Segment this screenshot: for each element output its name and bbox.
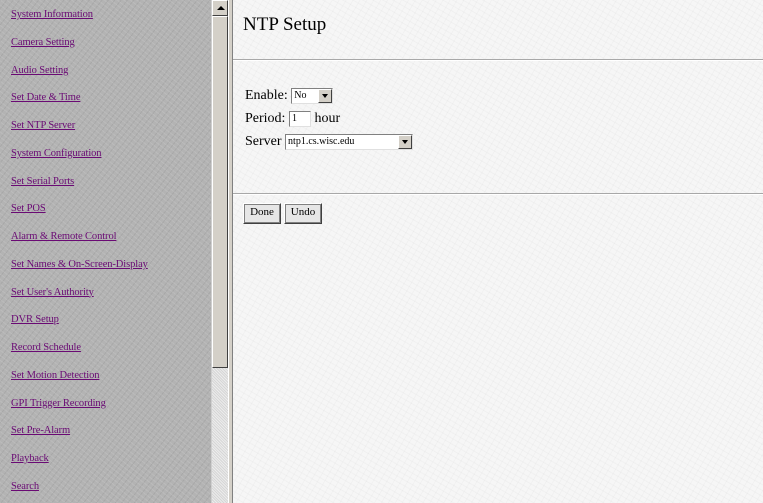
dropdown-arrow-icon[interactable] bbox=[318, 89, 333, 103]
server-row: Server ntp1.cs.wisc.edu bbox=[245, 134, 414, 150]
link-gpi-trigger-recording[interactable]: GPI Trigger Recording bbox=[11, 398, 106, 409]
link-set-pos[interactable]: Set POS bbox=[11, 203, 46, 214]
enable-select[interactable]: No bbox=[291, 88, 334, 104]
undo-button[interactable]: Undo bbox=[284, 203, 322, 224]
sidebar-item-record-schedule: Record Schedule bbox=[0, 333, 211, 361]
link-record-schedule[interactable]: Record Schedule bbox=[11, 342, 81, 353]
server-select-value: ntp1.cs.wisc.edu bbox=[288, 136, 355, 147]
sidebar-item-set-pos: Set POS bbox=[0, 194, 211, 222]
link-audio-setting[interactable]: Audio Setting bbox=[11, 65, 68, 76]
period-row: Period: 1 hour bbox=[245, 111, 340, 127]
sidebar-item-set-motion-detection: Set Motion Detection bbox=[0, 361, 211, 389]
link-set-motion-detection[interactable]: Set Motion Detection bbox=[11, 370, 100, 381]
period-label: Period: bbox=[245, 111, 286, 127]
server-select[interactable]: ntp1.cs.wisc.edu bbox=[285, 134, 414, 150]
link-dvr-setup[interactable]: DVR Setup bbox=[11, 314, 59, 325]
link-set-serial-ports[interactable]: Set Serial Ports bbox=[11, 176, 74, 187]
page-title: NTP Setup bbox=[243, 14, 327, 35]
divider-bottom bbox=[233, 193, 763, 195]
server-label: Server bbox=[245, 134, 282, 150]
link-set-users-authority[interactable]: Set User's Authority bbox=[11, 287, 94, 298]
sidebar-scrollbar[interactable] bbox=[211, 0, 228, 503]
link-camera-setting[interactable]: Camera Setting bbox=[11, 37, 75, 48]
done-button[interactable]: Done bbox=[243, 203, 281, 224]
link-set-ntp-server[interactable]: Set NTP Server bbox=[11, 120, 75, 131]
enable-label: Enable: bbox=[245, 88, 288, 104]
sidebar-item-alarm-remote-control: Alarm & Remote Control bbox=[0, 222, 211, 250]
sidebar-menu: System Information Camera Setting Audio … bbox=[0, 0, 211, 500]
link-set-names-osd[interactable]: Set Names & On-Screen-Display bbox=[11, 259, 148, 270]
divider-top bbox=[233, 59, 763, 61]
scroll-up-arrow-icon[interactable] bbox=[212, 0, 228, 16]
sidebar-item-set-date-time: Set Date & Time bbox=[0, 83, 211, 111]
sidebar-item-playback: Playback bbox=[0, 444, 211, 472]
sidebar-item-set-ntp-server: Set NTP Server bbox=[0, 111, 211, 139]
enable-row: Enable: No bbox=[245, 88, 334, 104]
sidebar-item-set-users-authority: Set User's Authority bbox=[0, 278, 211, 306]
link-system-configuration[interactable]: System Configuration bbox=[11, 148, 102, 159]
link-set-date-time[interactable]: Set Date & Time bbox=[11, 92, 80, 103]
sidebar-item-set-pre-alarm: Set Pre-Alarm bbox=[0, 416, 211, 444]
main-content: NTP Setup Enable: No Period: 1 hour Serv… bbox=[233, 0, 763, 503]
sidebar-item-camera-setting: Camera Setting bbox=[0, 28, 211, 56]
link-playback[interactable]: Playback bbox=[11, 453, 49, 464]
link-search[interactable]: Search bbox=[11, 481, 39, 492]
dropdown-arrow-icon[interactable] bbox=[398, 135, 413, 149]
link-system-information[interactable]: System Information bbox=[11, 9, 93, 20]
sidebar-item-system-information: System Information bbox=[0, 0, 211, 28]
sidebar-item-system-configuration: System Configuration bbox=[0, 139, 211, 167]
sidebar-item-set-serial-ports: Set Serial Ports bbox=[0, 167, 211, 195]
sidebar-item-set-names-osd: Set Names & On-Screen-Display bbox=[0, 250, 211, 278]
sidebar-item-audio-setting: Audio Setting bbox=[0, 56, 211, 84]
sidebar-item-gpi-trigger-recording: GPI Trigger Recording bbox=[0, 389, 211, 417]
sidebar-item-dvr-setup: DVR Setup bbox=[0, 305, 211, 333]
period-input[interactable]: 1 bbox=[288, 111, 311, 127]
period-unit: hour bbox=[314, 111, 341, 127]
link-alarm-remote-control[interactable]: Alarm & Remote Control bbox=[11, 231, 117, 242]
enable-select-value: No bbox=[294, 90, 307, 101]
sidebar-item-search: Search bbox=[0, 472, 211, 500]
scroll-thumb[interactable] bbox=[212, 16, 228, 368]
sidebar-nav: System Information Camera Setting Audio … bbox=[0, 0, 211, 503]
link-set-pre-alarm[interactable]: Set Pre-Alarm bbox=[11, 425, 70, 436]
